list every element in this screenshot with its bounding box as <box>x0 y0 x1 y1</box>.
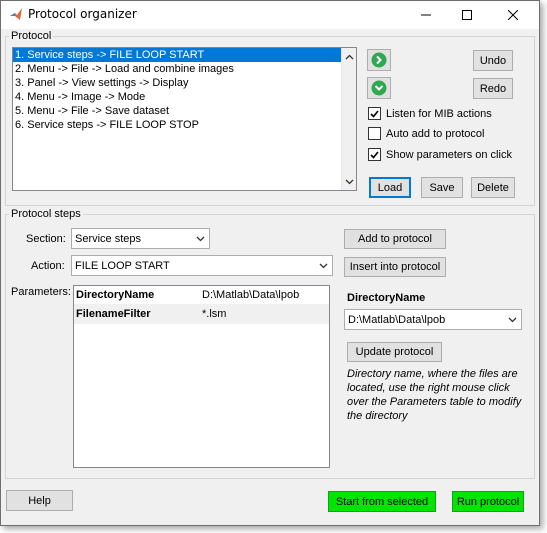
parameter-value: D:\Matlab\Data\lpob <box>348 313 446 326</box>
arrow-down-circle-icon <box>371 80 387 96</box>
add-to-protocol-button[interactable]: Add to protocol <box>344 229 446 249</box>
load-button[interactable]: Load <box>369 177 411 198</box>
move-step-button[interactable] <box>367 77 391 99</box>
matlab-logo-icon <box>10 8 22 20</box>
chevron-down-icon <box>345 179 354 184</box>
protocol-list[interactable]: 1. Service steps -> FILE LOOP START 2. Me… <box>12 47 357 191</box>
undo-button[interactable]: Undo <box>473 50 513 71</box>
parameter-description: Directory name, where the files are loca… <box>347 368 522 422</box>
start-from-selected-button[interactable]: Start from selected <box>328 491 436 512</box>
close-button[interactable] <box>490 1 536 29</box>
arrow-right-circle-icon <box>371 52 387 68</box>
help-button[interactable]: Help <box>6 490 73 511</box>
parameter-value-cell[interactable]: D:\Matlab\Data\lpob <box>202 286 299 305</box>
chevron-down-icon <box>319 263 327 268</box>
minimize-button[interactable] <box>403 1 449 29</box>
protocol-list-scrollbar[interactable] <box>341 48 356 190</box>
table-row[interactable]: DirectoryName D:\Matlab\Data\lpob <box>74 286 329 305</box>
parameters-label: Parameters: <box>11 286 71 298</box>
parameter-value-select[interactable]: D:\Matlab\Data\lpob <box>344 309 522 330</box>
auto-add-label: Auto add to protocol <box>386 127 485 140</box>
close-icon <box>508 10 518 20</box>
action-label: Action: <box>31 260 65 272</box>
protocol-group-label: Protocol <box>9 30 54 42</box>
checkmark-icon <box>370 150 379 159</box>
scroll-down-arrow[interactable] <box>342 174 357 189</box>
show-params-label: Show parameters on click <box>386 148 512 161</box>
selected-parameter-name: DirectoryName <box>347 292 426 304</box>
parameter-key-cell: DirectoryName <box>76 289 155 301</box>
table-row[interactable]: FilenameFilter *.lsm <box>74 305 329 324</box>
section-select-value: Service steps <box>75 232 142 245</box>
update-protocol-button[interactable]: Update protocol <box>347 342 442 362</box>
parameter-key-cell: FilenameFilter <box>76 308 151 320</box>
parameter-value-cell[interactable]: *.lsm <box>202 305 226 324</box>
title-bar: Protocol organizer <box>1 1 539 29</box>
maximize-icon <box>462 10 472 20</box>
minimize-icon <box>421 14 431 16</box>
action-select-value: FILE LOOP START <box>75 259 170 272</box>
listen-mib-checkbox-box[interactable] <box>368 107 381 120</box>
listen-mib-label: Listen for MIB actions <box>386 107 492 120</box>
checkmark-icon <box>370 109 379 118</box>
protocol-steps-group-label: Protocol steps <box>9 208 83 220</box>
save-button[interactable]: Save <box>421 177 463 198</box>
auto-add-checkbox[interactable]: Auto add to protocol <box>368 127 484 140</box>
redo-button[interactable]: Redo <box>473 78 513 99</box>
protocol-list-item[interactable]: 6. Service steps -> FILE LOOP STOP <box>13 118 356 132</box>
show-params-checkbox[interactable]: Show parameters on click <box>368 148 512 161</box>
scroll-up-arrow[interactable] <box>342 49 357 64</box>
protocol-list-item[interactable]: 1. Service steps -> FILE LOOP START <box>13 48 356 62</box>
protocol-list-item[interactable]: 4. Menu -> Image -> Mode <box>13 90 356 104</box>
protocol-list-item[interactable]: 5. Menu -> File -> Save dataset <box>13 104 356 118</box>
delete-button[interactable]: Delete <box>471 177 515 198</box>
protocol-list-item[interactable]: 3. Panel -> View settings -> Display <box>13 76 356 90</box>
action-select[interactable]: FILE LOOP START <box>71 255 333 276</box>
chevron-down-icon <box>196 236 204 241</box>
show-params-checkbox-box[interactable] <box>368 148 381 161</box>
section-select[interactable]: Service steps <box>71 228 210 249</box>
protocol-organizer-window: Protocol organizer Protocol 1. Service s… <box>0 0 540 526</box>
insert-into-protocol-button[interactable]: Insert into protocol <box>344 257 446 277</box>
window-title: Protocol organizer <box>28 7 137 21</box>
auto-add-checkbox-box[interactable] <box>368 127 381 140</box>
chevron-down-icon <box>508 317 516 322</box>
maximize-button[interactable] <box>444 1 490 29</box>
parameters-table[interactable]: DirectoryName D:\Matlab\Data\lpob Filename… <box>73 285 330 468</box>
run-protocol-button[interactable]: Run protocol <box>452 491 524 512</box>
listen-mib-checkbox[interactable]: Listen for MIB actions <box>368 107 492 120</box>
protocol-list-item[interactable]: 2. Menu -> File -> Load and combine imag… <box>13 62 356 76</box>
chevron-up-icon <box>345 54 354 59</box>
section-label: Section: <box>26 233 66 245</box>
move-down-button[interactable] <box>367 49 391 71</box>
